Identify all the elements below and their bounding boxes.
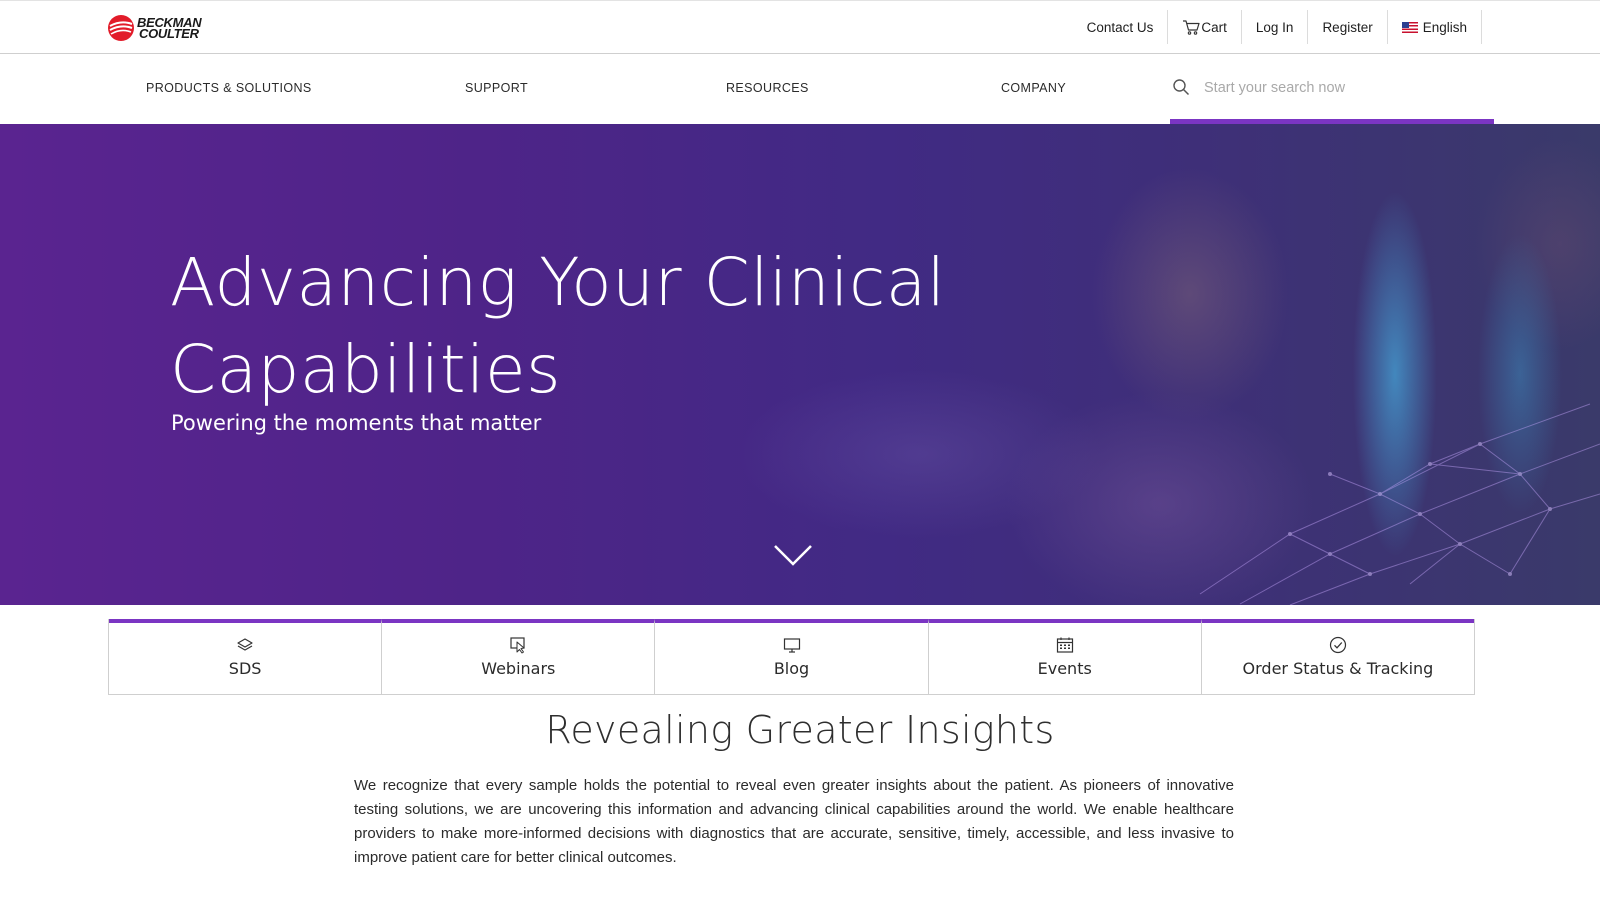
main-nav: PRODUCTS & SOLUTIONS SUPPORT RESOURCES C…	[0, 54, 1600, 124]
cart-link[interactable]: Cart	[1168, 10, 1242, 44]
hero-title: Advancing Your Clinical Capabilities	[170, 244, 946, 408]
quick-link-label: SDS	[228, 659, 262, 678]
register-label: Register	[1322, 19, 1373, 35]
quick-link-webinars[interactable]: Webinars	[382, 619, 656, 694]
contact-us-link[interactable]: Contact Us	[1073, 10, 1169, 44]
us-flag-icon	[1401, 21, 1418, 33]
logo-text: BECKMAN COULTER	[137, 16, 202, 41]
check-circle-icon	[1329, 636, 1347, 654]
webinar-cursor-icon	[510, 637, 525, 654]
quick-link-label: Events	[1037, 659, 1092, 678]
network-pattern-graphic	[1199, 403, 1600, 605]
quick-link-label: Webinars	[481, 659, 556, 678]
search-icon[interactable]	[1172, 78, 1190, 96]
layers-icon	[237, 638, 253, 651]
search-input[interactable]	[1204, 76, 1484, 100]
register-link[interactable]: Register	[1308, 10, 1388, 44]
nav-products-solutions[interactable]: PRODUCTS & SOLUTIONS	[146, 81, 312, 95]
language-selector[interactable]: English	[1388, 10, 1482, 44]
login-link[interactable]: Log In	[1242, 10, 1309, 44]
hero-subtitle: Powering the moments that matter	[171, 411, 542, 435]
insights-title: Revealing Greater Insights	[545, 708, 1055, 752]
quick-link-order-status[interactable]: Order Status & Tracking	[1201, 619, 1475, 694]
quick-link-label: Order Status & Tracking	[1242, 659, 1434, 678]
utility-links: Contact Us Cart Log In Register English	[1073, 10, 1482, 44]
nav-company[interactable]: COMPANY	[1001, 81, 1066, 95]
quick-links-bar: SDS Webinars Blog Events Order Status & …	[108, 619, 1475, 695]
hero-banner: Advancing Your Clinical Capabilities Pow…	[0, 124, 1600, 605]
quick-link-blog[interactable]: Blog	[655, 619, 929, 694]
calendar-icon	[1056, 637, 1073, 653]
contact-us-label: Contact Us	[1086, 19, 1154, 35]
nav-resources[interactable]: RESOURCES	[726, 81, 809, 95]
scroll-down-chevron-icon[interactable]	[773, 544, 813, 566]
login-label: Log In	[1255, 19, 1294, 35]
quick-link-events[interactable]: Events	[928, 619, 1202, 694]
utility-bar: BECKMAN COULTER Contact Us Cart Log In R…	[0, 0, 1600, 54]
language-label: English	[1422, 19, 1467, 35]
monitor-icon	[783, 638, 800, 653]
logo-mark-icon	[108, 15, 134, 41]
cart-label: Cart	[1201, 19, 1227, 35]
insights-body: We recognize that every sample holds the…	[354, 777, 1234, 866]
quick-link-label: Blog	[773, 659, 810, 678]
beckman-coulter-logo[interactable]: BECKMAN COULTER	[107, 12, 217, 44]
nav-support[interactable]: SUPPORT	[465, 81, 528, 95]
quick-link-sds[interactable]: SDS	[109, 619, 383, 694]
logo-line-2: COULTER	[139, 26, 199, 41]
search-box	[1170, 54, 1494, 124]
cart-icon	[1183, 20, 1200, 35]
